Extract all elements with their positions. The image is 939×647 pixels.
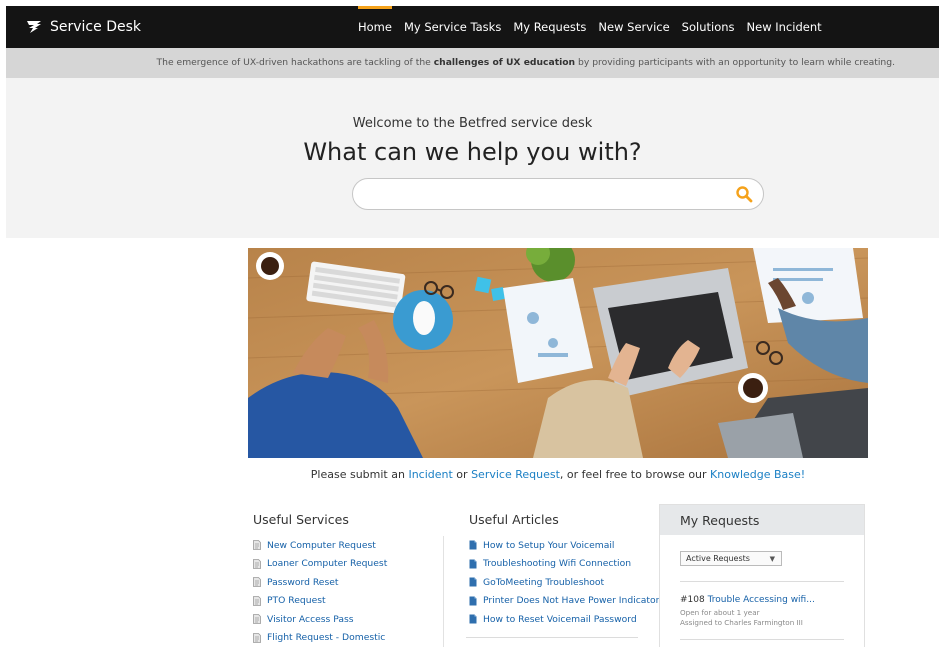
nav-solutions[interactable]: Solutions — [682, 6, 735, 48]
article-item[interactable]: GoToMeeting Troubleshoot — [469, 573, 659, 592]
service-item[interactable]: New Computer Request — [253, 536, 387, 555]
office-desk-illustration — [248, 248, 868, 458]
service-form-icon — [253, 614, 261, 625]
article-document-icon — [469, 577, 477, 587]
nav-home[interactable]: Home — [358, 6, 392, 48]
panel-divider — [680, 639, 844, 640]
article-document-icon — [469, 540, 477, 550]
service-form-icon — [253, 632, 261, 643]
knowledge-base-link[interactable]: Knowledge Base! — [710, 468, 805, 481]
useful-services-title: Useful Services — [253, 512, 349, 527]
top-navbar: Service Desk Home My Service Tasks My Re… — [6, 6, 939, 48]
announcement-bar: The emergence of UX-driven hackathons ar… — [6, 48, 939, 78]
article-document-icon — [469, 559, 477, 569]
articles-divider — [466, 637, 638, 638]
incident-link[interactable]: Incident — [408, 468, 452, 481]
nav-my-requests[interactable]: My Requests — [513, 6, 586, 48]
service-form-icon — [253, 540, 261, 551]
article-item[interactable]: Printer Does Not Have Power Indicator — [469, 592, 659, 611]
request-open-for: Open for about 1 year — [680, 608, 760, 617]
nav-my-service-tasks[interactable]: My Service Tasks — [404, 6, 501, 48]
useful-services-list: New Computer Request Loaner Computer Req… — [253, 536, 387, 647]
hero-section: Welcome to the Betfred service desk What… — [6, 78, 939, 238]
my-requests-panel: My Requests Active Requests ▼ #108 Troub… — [659, 504, 865, 647]
service-desk-logo-icon — [27, 21, 41, 33]
submit-prompt: Please submit an Incident or Service Req… — [310, 468, 806, 481]
service-item[interactable]: PTO Request — [253, 592, 387, 611]
search-box — [352, 178, 764, 210]
page: Service Desk Home My Service Tasks My Re… — [0, 0, 939, 647]
useful-articles-title: Useful Articles — [469, 512, 559, 527]
page-headline: What can we help you with? — [303, 138, 642, 166]
announcement-text: The emergence of UX-driven hackathons ar… — [156, 57, 895, 68]
service-item[interactable]: Loaner Computer Request — [253, 555, 387, 574]
service-form-icon — [253, 577, 261, 588]
brand-name: Service Desk — [50, 19, 141, 35]
main-nav: Home My Service Tasks My Requests New Se… — [358, 6, 834, 48]
service-request-link[interactable]: Service Request — [471, 468, 560, 481]
service-item[interactable]: Flight Request - Domestic — [253, 629, 387, 647]
welcome-text: Welcome to the Betfred service desk — [352, 116, 593, 131]
window-edge — [0, 0, 6, 647]
service-form-icon — [253, 595, 261, 606]
article-item[interactable]: Troubleshooting Wifi Connection — [469, 555, 659, 574]
request-item[interactable]: #108 Trouble Accessing wifi... — [680, 595, 815, 605]
nav-new-service[interactable]: New Service — [598, 6, 669, 48]
chevron-down-icon: ▼ — [769, 555, 775, 563]
brand[interactable]: Service Desk — [26, 6, 141, 48]
service-item[interactable]: Visitor Access Pass — [253, 610, 387, 629]
article-item[interactable]: How to Setup Your Voicemail — [469, 536, 659, 555]
nav-new-incident[interactable]: New Incident — [747, 6, 822, 48]
request-number: #108 — [680, 595, 705, 605]
search-icon[interactable] — [735, 185, 753, 203]
request-filter-select[interactable]: Active Requests ▼ — [680, 551, 782, 566]
search-input[interactable] — [367, 184, 727, 204]
request-title-link[interactable]: Trouble Accessing wifi... — [708, 595, 815, 605]
request-assignee: Assigned to Charles Farmington III — [680, 618, 803, 627]
column-divider — [443, 536, 444, 647]
panel-header: My Requests — [660, 505, 864, 535]
my-requests-title: My Requests — [680, 513, 760, 528]
article-document-icon — [469, 596, 477, 606]
service-form-icon — [253, 558, 261, 569]
service-item[interactable]: Password Reset — [253, 573, 387, 592]
useful-articles-list: How to Setup Your Voicemail Troubleshoot… — [469, 536, 659, 629]
article-document-icon — [469, 614, 477, 624]
panel-divider — [680, 581, 844, 582]
article-item[interactable]: How to Reset Voicemail Password — [469, 610, 659, 629]
